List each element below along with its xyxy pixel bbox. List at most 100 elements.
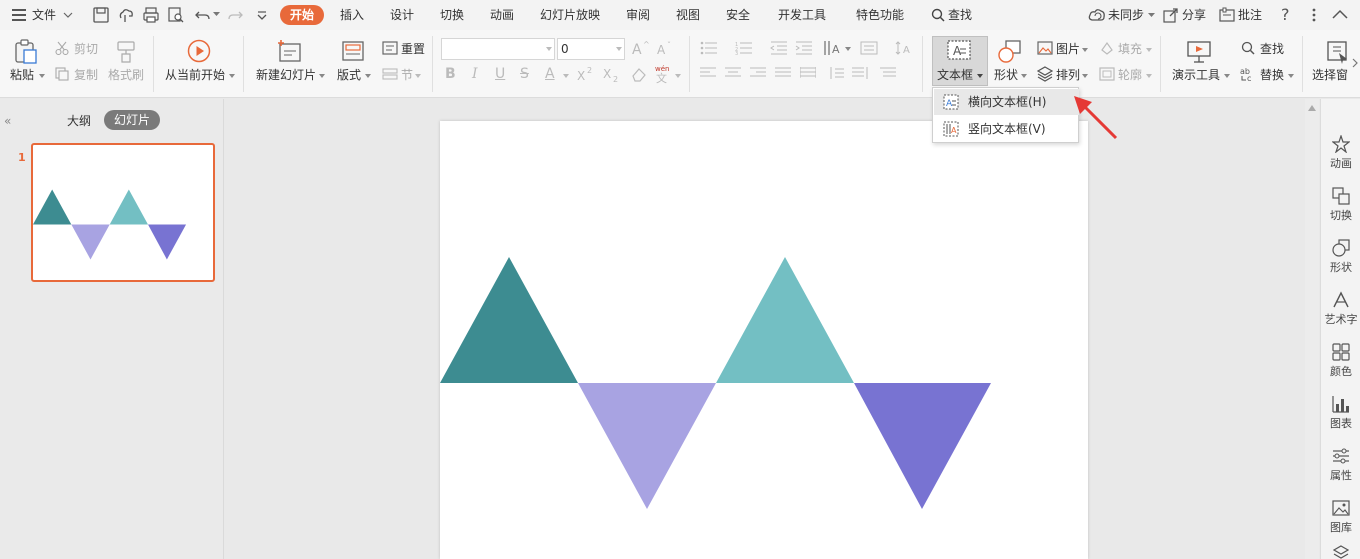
picture-dropdown-icon[interactable]: [1082, 48, 1088, 52]
align-text-icon[interactable]: [860, 41, 878, 55]
tab-transition[interactable]: 切换: [440, 6, 464, 24]
shapes-icon[interactable]: [997, 39, 1023, 65]
redo-icon[interactable]: [226, 6, 244, 24]
text-direction-icon[interactable]: A: [823, 40, 843, 56]
outline-dropdown-icon[interactable]: [1146, 74, 1152, 78]
sync-dropdown-icon[interactable]: [1148, 13, 1155, 18]
arrange-button[interactable]: 排列: [1056, 68, 1080, 82]
layout-button[interactable]: 版式: [337, 68, 361, 82]
file-menu[interactable]: 文件: [32, 6, 56, 24]
triangle-down-lavender[interactable]: [578, 383, 716, 509]
clear-format-icon[interactable]: [630, 66, 648, 82]
more-vertical-icon[interactable]: [1312, 8, 1316, 22]
sidebar-item-gallery[interactable]: 图库: [1321, 499, 1360, 535]
hamburger-icon[interactable]: [12, 9, 26, 21]
section-button[interactable]: 节: [401, 68, 413, 82]
new-slide-icon[interactable]: [277, 39, 303, 65]
paste-icon[interactable]: [13, 39, 39, 65]
tab-outline[interactable]: 大纲: [67, 112, 91, 129]
phonetic-guide-icon[interactable]: wén 文: [654, 64, 672, 84]
menu-item-horizontal-textbox[interactable]: A 横向文本框(H): [934, 89, 1079, 115]
distribute-icon[interactable]: [800, 67, 816, 79]
collapse-ribbon-icon[interactable]: [1332, 8, 1348, 20]
font-color-dropdown-icon[interactable]: [563, 74, 569, 78]
tab-insert[interactable]: 插入: [340, 6, 364, 24]
sidebar-more-icon[interactable]: [1333, 545, 1349, 559]
picture-icon[interactable]: [1037, 41, 1053, 55]
scroll-up-icon[interactable]: [1308, 105, 1316, 111]
tab-design[interactable]: 设计: [390, 6, 414, 24]
help-icon[interactable]: ?: [1281, 5, 1290, 24]
strikethrough-icon[interactable]: S: [520, 66, 529, 82]
sidebar-item-chart[interactable]: 图表: [1321, 395, 1360, 431]
font-size-input[interactable]: 0: [557, 38, 625, 60]
paragraph-spacing-icon[interactable]: [852, 67, 870, 79]
copy-button[interactable]: 复制: [74, 68, 98, 82]
font-size-dropdown-icon[interactable]: [616, 47, 622, 51]
selection-pane-icon[interactable]: [1325, 39, 1351, 65]
column-spacing-icon[interactable]: [828, 67, 844, 79]
paste-dropdown-icon[interactable]: [39, 74, 45, 78]
tab-home[interactable]: 开始: [280, 5, 324, 25]
print-icon[interactable]: [142, 6, 160, 24]
share-button[interactable]: 分享: [1182, 6, 1206, 24]
tab-view[interactable]: 视图: [676, 6, 700, 24]
chevron-down-icon[interactable]: [63, 11, 73, 19]
decrease-font-icon[interactable]: Aˇ: [657, 41, 675, 57]
tab-slideshow[interactable]: 幻灯片放映: [540, 6, 600, 24]
sidebar-item-wordart[interactable]: 艺术字: [1321, 291, 1360, 327]
tab-developer[interactable]: 开发工具: [778, 6, 826, 24]
triangle-up-teal[interactable]: [440, 257, 578, 383]
play-from-current-icon[interactable]: [187, 39, 211, 63]
undo-icon[interactable]: [194, 6, 212, 24]
search-icon[interactable]: [931, 8, 945, 22]
collapse-panel-icon[interactable]: «: [4, 114, 11, 128]
sidebar-item-shapes[interactable]: 形状: [1321, 239, 1360, 275]
bullet-list-icon[interactable]: [700, 41, 718, 55]
convert-to-smartart-icon[interactable]: [880, 67, 896, 79]
sidebar-item-color[interactable]: 颜色: [1321, 343, 1360, 379]
from-current-dropdown-icon[interactable]: [229, 74, 235, 78]
slide-thumbnail-1[interactable]: [31, 143, 215, 282]
tab-special-features[interactable]: 特色功能: [856, 6, 904, 24]
font-color-icon[interactable]: A: [545, 66, 555, 82]
reset-button[interactable]: 重置: [401, 42, 425, 56]
bold-icon[interactable]: B: [445, 66, 456, 82]
layout-dropdown-icon[interactable]: [365, 74, 371, 78]
arrange-dropdown-icon[interactable]: [1082, 74, 1088, 78]
tab-animation[interactable]: 动画: [490, 6, 514, 24]
ribbon-scroll-right-icon[interactable]: [1352, 58, 1358, 68]
presentation-tools-dropdown-icon[interactable]: [1224, 74, 1230, 78]
save-icon[interactable]: [92, 6, 110, 24]
comment-button[interactable]: 批注: [1238, 6, 1262, 24]
outline-button[interactable]: 轮廓: [1118, 68, 1142, 82]
cloud-sync-icon[interactable]: [1088, 7, 1106, 23]
shapes-dropdown-icon[interactable]: [1021, 74, 1027, 78]
section-dropdown-icon[interactable]: [415, 74, 421, 78]
tab-security[interactable]: 安全: [726, 6, 750, 24]
menu-item-vertical-textbox[interactable]: A 竖向文本框(V): [934, 116, 1079, 142]
replace-icon[interactable]: ab c: [1240, 66, 1256, 82]
sidebar-item-animation[interactable]: 动画: [1321, 135, 1360, 171]
text-direction-dropdown-icon[interactable]: [845, 47, 851, 51]
fill-dropdown-icon[interactable]: [1146, 48, 1152, 52]
align-right-icon[interactable]: [750, 67, 766, 79]
reset-icon[interactable]: [382, 41, 398, 55]
sync-status[interactable]: 未同步: [1108, 6, 1144, 24]
textbox-dropdown-icon[interactable]: [977, 74, 983, 78]
shapes-button[interactable]: 形状: [994, 68, 1018, 82]
sidebar-item-properties[interactable]: 属性: [1321, 447, 1360, 483]
print-preview-icon[interactable]: [167, 6, 185, 24]
find-button[interactable]: 查找: [1260, 42, 1284, 56]
decrease-indent-icon[interactable]: [770, 41, 788, 55]
find-icon[interactable]: [1241, 41, 1255, 55]
from-current-button[interactable]: 从当前开始: [165, 68, 225, 82]
numbered-list-icon[interactable]: 123: [735, 41, 753, 55]
subscript-icon[interactable]: X2: [603, 66, 621, 82]
font-name-dropdown-icon[interactable]: [546, 47, 552, 51]
increase-font-icon[interactable]: A ^: [632, 40, 650, 56]
comment-icon[interactable]: [1219, 7, 1235, 23]
replace-dropdown-icon[interactable]: [1288, 74, 1294, 78]
vertical-scrollbar[interactable]: [1305, 99, 1319, 559]
tab-slides[interactable]: 幻灯片: [104, 110, 160, 130]
